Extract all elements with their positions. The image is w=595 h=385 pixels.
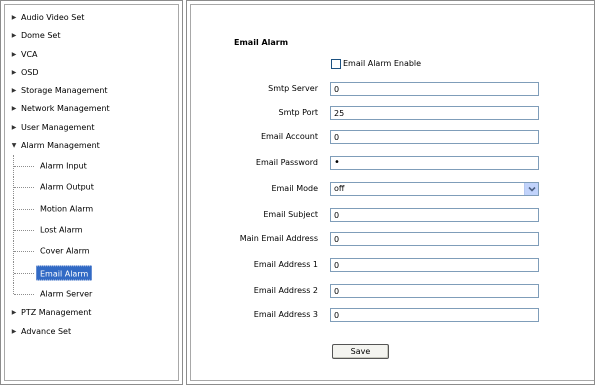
tree-subitem-cover-alarm[interactable]: Cover Alarm: [9, 240, 181, 262]
tree-item-label: Storage Management: [21, 86, 108, 96]
tree-subitem-label: Alarm Output: [40, 182, 94, 192]
tree-connector: [14, 187, 34, 189]
triangle-right-icon: ▶: [11, 309, 17, 317]
tree-item-label: Network Management: [21, 104, 110, 114]
tree-item-audio-video-set[interactable]: ▶ Audio Video Set: [9, 9, 181, 27]
content-panel: Email Alarm Email Alarm Enable Smtp Serv…: [186, 0, 595, 385]
tree-item-alarm-management[interactable]: ▼ Alarm Management: [9, 137, 181, 155]
main-email-address-row: Main Email Address: [191, 232, 595, 246]
tree-subitem-email-alarm[interactable]: Email Alarm: [9, 261, 181, 284]
tree-connector: [14, 229, 34, 231]
smtp-port-input[interactable]: [330, 106, 539, 120]
page-title: Email Alarm: [234, 38, 289, 47]
email-mode-select[interactable]: off: [330, 182, 539, 196]
chevron-down-icon: [527, 186, 536, 192]
triangle-down-icon: ▼: [11, 142, 17, 150]
tree-item-label: Alarm Management: [21, 141, 100, 151]
email-address-1-label: Email Address 1: [253, 260, 318, 269]
tree-item-advance-set[interactable]: ▶ Advance Set: [9, 323, 181, 341]
triangle-right-icon: ▶: [11, 68, 17, 76]
tree-item-label: Advance Set: [21, 326, 72, 336]
email-address-2-row: Email Address 2: [191, 284, 595, 298]
email-alarm-enable-label: Email Alarm Enable: [343, 59, 422, 68]
tree-item-vca[interactable]: ▶ VCA: [9, 46, 181, 64]
navigation-tree: ▶ Audio Video Set ▶ Dome Set ▶ VCA ▶ OSD…: [9, 9, 181, 341]
tree-subitem-label-selected: Email Alarm: [36, 265, 93, 280]
tree-item-osd[interactable]: ▶ OSD: [9, 64, 181, 82]
main-email-address-input[interactable]: [330, 232, 539, 246]
triangle-right-icon: ▶: [11, 123, 17, 131]
tree-subitem-alarm-output[interactable]: Alarm Output: [9, 176, 181, 198]
email-address-3-label: Email Address 3: [253, 310, 318, 319]
email-password-input[interactable]: •: [330, 156, 539, 170]
tree-subitem-lost-alarm[interactable]: Lost Alarm: [9, 219, 181, 241]
email-subject-input[interactable]: [330, 208, 539, 222]
tree-connector: [14, 251, 34, 253]
triangle-right-icon: ▶: [11, 50, 17, 58]
email-address-1-row: Email Address 1: [191, 258, 595, 272]
email-address-2-label: Email Address 2: [253, 286, 318, 295]
tree-subitem-label: Alarm Input: [40, 161, 87, 171]
smtp-port-label: Smtp Port: [278, 108, 319, 117]
tree-item-label: Audio Video Set: [21, 13, 85, 22]
tree-item-label: Dome Set: [21, 31, 61, 41]
tree-connector: [14, 272, 34, 274]
tree-subitem-label: Alarm Server: [40, 289, 93, 299]
tree-item-ptz-management[interactable]: ▶ PTZ Management: [9, 304, 181, 322]
email-address-3-input[interactable]: [330, 308, 539, 322]
triangle-right-icon: ▶: [11, 327, 17, 335]
tree-subitem-label: Motion Alarm: [40, 204, 94, 214]
tree-subitem-motion-alarm[interactable]: Motion Alarm: [9, 197, 181, 220]
tree-item-label: PTZ Management: [21, 308, 92, 318]
tree-connector: [14, 293, 34, 295]
email-alarm-enable-row: Email Alarm Enable: [331, 58, 421, 70]
email-password-row: Email Password •: [191, 156, 595, 170]
save-button[interactable]: Save: [332, 344, 389, 359]
password-mask: •: [334, 157, 340, 168]
tree-connector: [14, 166, 34, 168]
email-mode-row: Email Mode off: [191, 182, 595, 196]
smtp-server-input[interactable]: [330, 82, 539, 96]
email-address-2-input[interactable]: [330, 284, 539, 298]
navigation-panel-frame: ▶ Audio Video Set ▶ Dome Set ▶ VCA ▶ OSD…: [4, 4, 179, 381]
tree-item-label: User Management: [21, 122, 95, 132]
tree-item-label: VCA: [21, 49, 38, 59]
email-account-label: Email Account: [260, 132, 318, 141]
tree-item-dome-set[interactable]: ▶ Dome Set: [9, 27, 181, 45]
navigation-panel: ▶ Audio Video Set ▶ Dome Set ▶ VCA ▶ OSD…: [0, 0, 183, 385]
email-alarm-enable-checkbox[interactable]: [331, 59, 341, 69]
triangle-right-icon: ▶: [11, 87, 17, 95]
content-panel-frame: Email Alarm Email Alarm Enable Smtp Serv…: [190, 4, 594, 381]
smtp-port-row: Smtp Port: [191, 106, 595, 120]
tree-subitem-label: Cover Alarm: [40, 246, 90, 256]
email-account-input[interactable]: [330, 130, 539, 144]
email-password-label: Email Password: [255, 158, 318, 167]
tree-subitem-label: Lost Alarm: [40, 225, 83, 235]
tree-item-storage-management[interactable]: ▶ Storage Management: [9, 82, 181, 100]
smtp-server-row: Smtp Server: [191, 82, 595, 96]
tree-connector: [14, 208, 34, 210]
tree-connector: [13, 283, 14, 294]
email-mode-value: off: [334, 184, 345, 193]
triangle-right-icon: ▶: [11, 14, 17, 21]
smtp-server-label: Smtp Server: [268, 84, 318, 93]
email-subject-label: Email Subject: [263, 210, 318, 219]
email-account-row: Email Account: [191, 130, 595, 144]
email-subject-row: Email Subject: [191, 208, 595, 222]
tree-subitem-alarm-input[interactable]: Alarm Input: [9, 155, 181, 177]
triangle-right-icon: ▶: [11, 32, 17, 40]
email-address-1-input[interactable]: [330, 258, 539, 272]
triangle-right-icon: ▶: [11, 105, 17, 113]
email-address-3-row: Email Address 3: [191, 308, 595, 322]
tree-subitem-alarm-server[interactable]: Alarm Server: [9, 283, 181, 304]
main-email-address-label: Main Email Address: [239, 234, 318, 243]
dropdown-button[interactable]: [524, 183, 538, 195]
tree-item-label: OSD: [21, 67, 39, 77]
tree-item-user-management[interactable]: ▶ User Management: [9, 119, 181, 137]
tree-item-network-management[interactable]: ▶ Network Management: [9, 100, 181, 118]
email-mode-label: Email Mode: [271, 184, 318, 193]
